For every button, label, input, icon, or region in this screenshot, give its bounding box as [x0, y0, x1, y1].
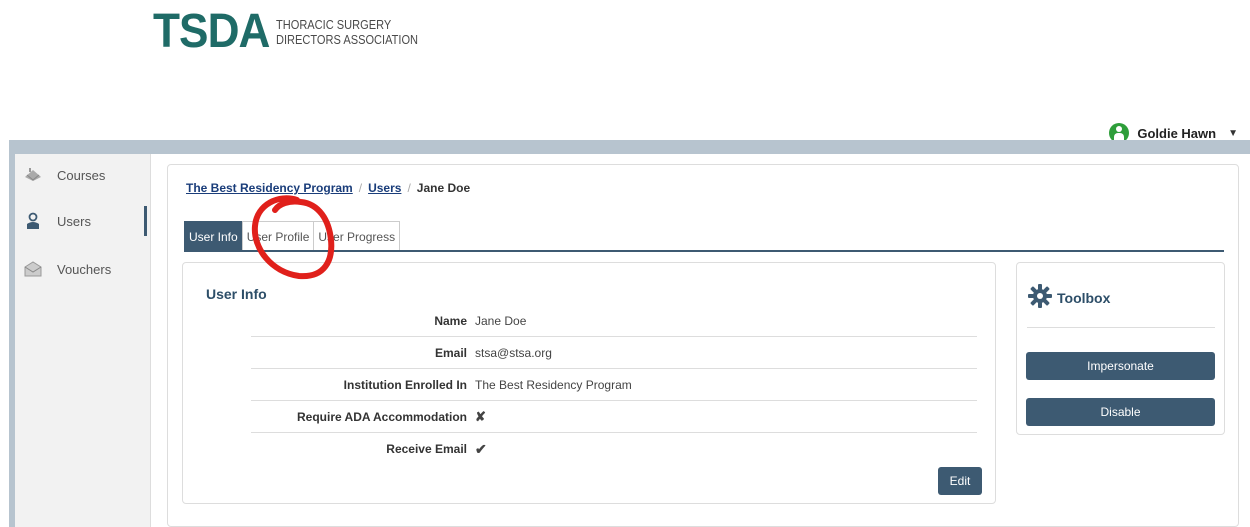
sidebar-item-label: Vouchers	[57, 261, 112, 277]
breadcrumb-link-program[interactable]: The Best Residency Program	[186, 181, 353, 195]
user-info-panel: User Info Name Jane Doe Email stsa@stsa.…	[182, 262, 996, 504]
brand-line-1: THORACIC SURGERY	[275, 17, 391, 32]
sidebar-item-vouchers[interactable]: Vouchers	[23, 256, 151, 282]
toolbox-divider	[1027, 327, 1215, 328]
disable-button[interactable]: Disable	[1026, 398, 1215, 426]
brand-mark: TSDA	[153, 5, 270, 58]
user-name: Goldie Hawn	[1137, 125, 1217, 141]
frame-top-bar	[9, 140, 1250, 154]
gear-icon	[1027, 283, 1053, 312]
brand-line-2: DIRECTORS ASSOCIATION	[275, 32, 418, 47]
edit-button[interactable]: Edit	[938, 467, 982, 495]
breadcrumb-current: Jane Doe	[416, 181, 471, 195]
sidebar: Courses Users Vouchers	[15, 154, 151, 527]
user-info-title: User Info	[206, 286, 267, 302]
info-label: Institution Enrolled In	[343, 377, 467, 392]
info-value: Jane Doe	[475, 313, 527, 328]
info-label: Email	[434, 345, 467, 360]
tab-user-profile[interactable]: User Profile	[241, 221, 315, 251]
impersonate-button[interactable]: Impersonate	[1026, 352, 1215, 380]
info-value: stsa@stsa.org	[475, 345, 552, 360]
breadcrumb-separator: /	[407, 181, 411, 195]
user-icon	[23, 212, 43, 230]
tab-underline	[184, 250, 1224, 252]
courses-icon	[23, 166, 43, 184]
info-row-name: Name Jane Doe	[251, 305, 977, 337]
tab-user-progress[interactable]: User Progress	[313, 221, 401, 251]
tab-user-info[interactable]: User Info	[184, 221, 243, 251]
info-row-receive-email: Receive Email ✔	[251, 433, 977, 465]
toolbox-title: Toolbox	[1057, 289, 1111, 306]
page: TSDA THORACIC SURGERY DIRECTORS ASSOCIAT…	[0, 0, 1250, 527]
sidebar-item-courses[interactable]: Courses	[23, 162, 151, 188]
info-label: Name	[434, 313, 467, 328]
brand-name: THORACIC SURGERY DIRECTORS ASSOCIATION	[276, 17, 418, 47]
sidebar-item-label: Users	[57, 213, 91, 229]
info-value: The Best Residency Program	[475, 377, 632, 392]
toolbox-header: Toolbox	[1027, 283, 1110, 312]
breadcrumb-separator: /	[358, 181, 363, 195]
sidebar-item-users[interactable]: Users	[23, 206, 151, 236]
info-row-email: Email stsa@stsa.org	[251, 337, 977, 369]
main-content: The Best Residency Program / Users / Jan…	[151, 154, 1250, 527]
brand-logo[interactable]: TSDA THORACIC SURGERY DIRECTORS ASSOCIAT…	[153, 8, 443, 56]
chevron-down-icon: ▼	[1228, 127, 1238, 139]
tab-bar: User Info User Profile User Progress	[184, 221, 401, 251]
toolbox-panel: Toolbox Impersonate Disable	[1016, 262, 1225, 435]
x-mark-icon: ✘	[475, 408, 486, 424]
breadcrumb-link-users[interactable]: Users	[368, 181, 401, 195]
info-row-ada: Require ADA Accommodation ✘	[251, 401, 977, 433]
info-label: Require ADA Accommodation	[296, 409, 467, 424]
breadcrumb: The Best Residency Program / Users / Jan…	[186, 181, 470, 195]
info-label: Receive Email	[386, 442, 467, 456]
user-card: The Best Residency Program / Users / Jan…	[167, 164, 1239, 527]
voucher-icon	[23, 260, 43, 278]
check-mark-icon: ✔	[475, 440, 487, 457]
sidebar-item-label: Courses	[57, 167, 106, 183]
info-row-institution: Institution Enrolled In The Best Residen…	[251, 369, 977, 401]
